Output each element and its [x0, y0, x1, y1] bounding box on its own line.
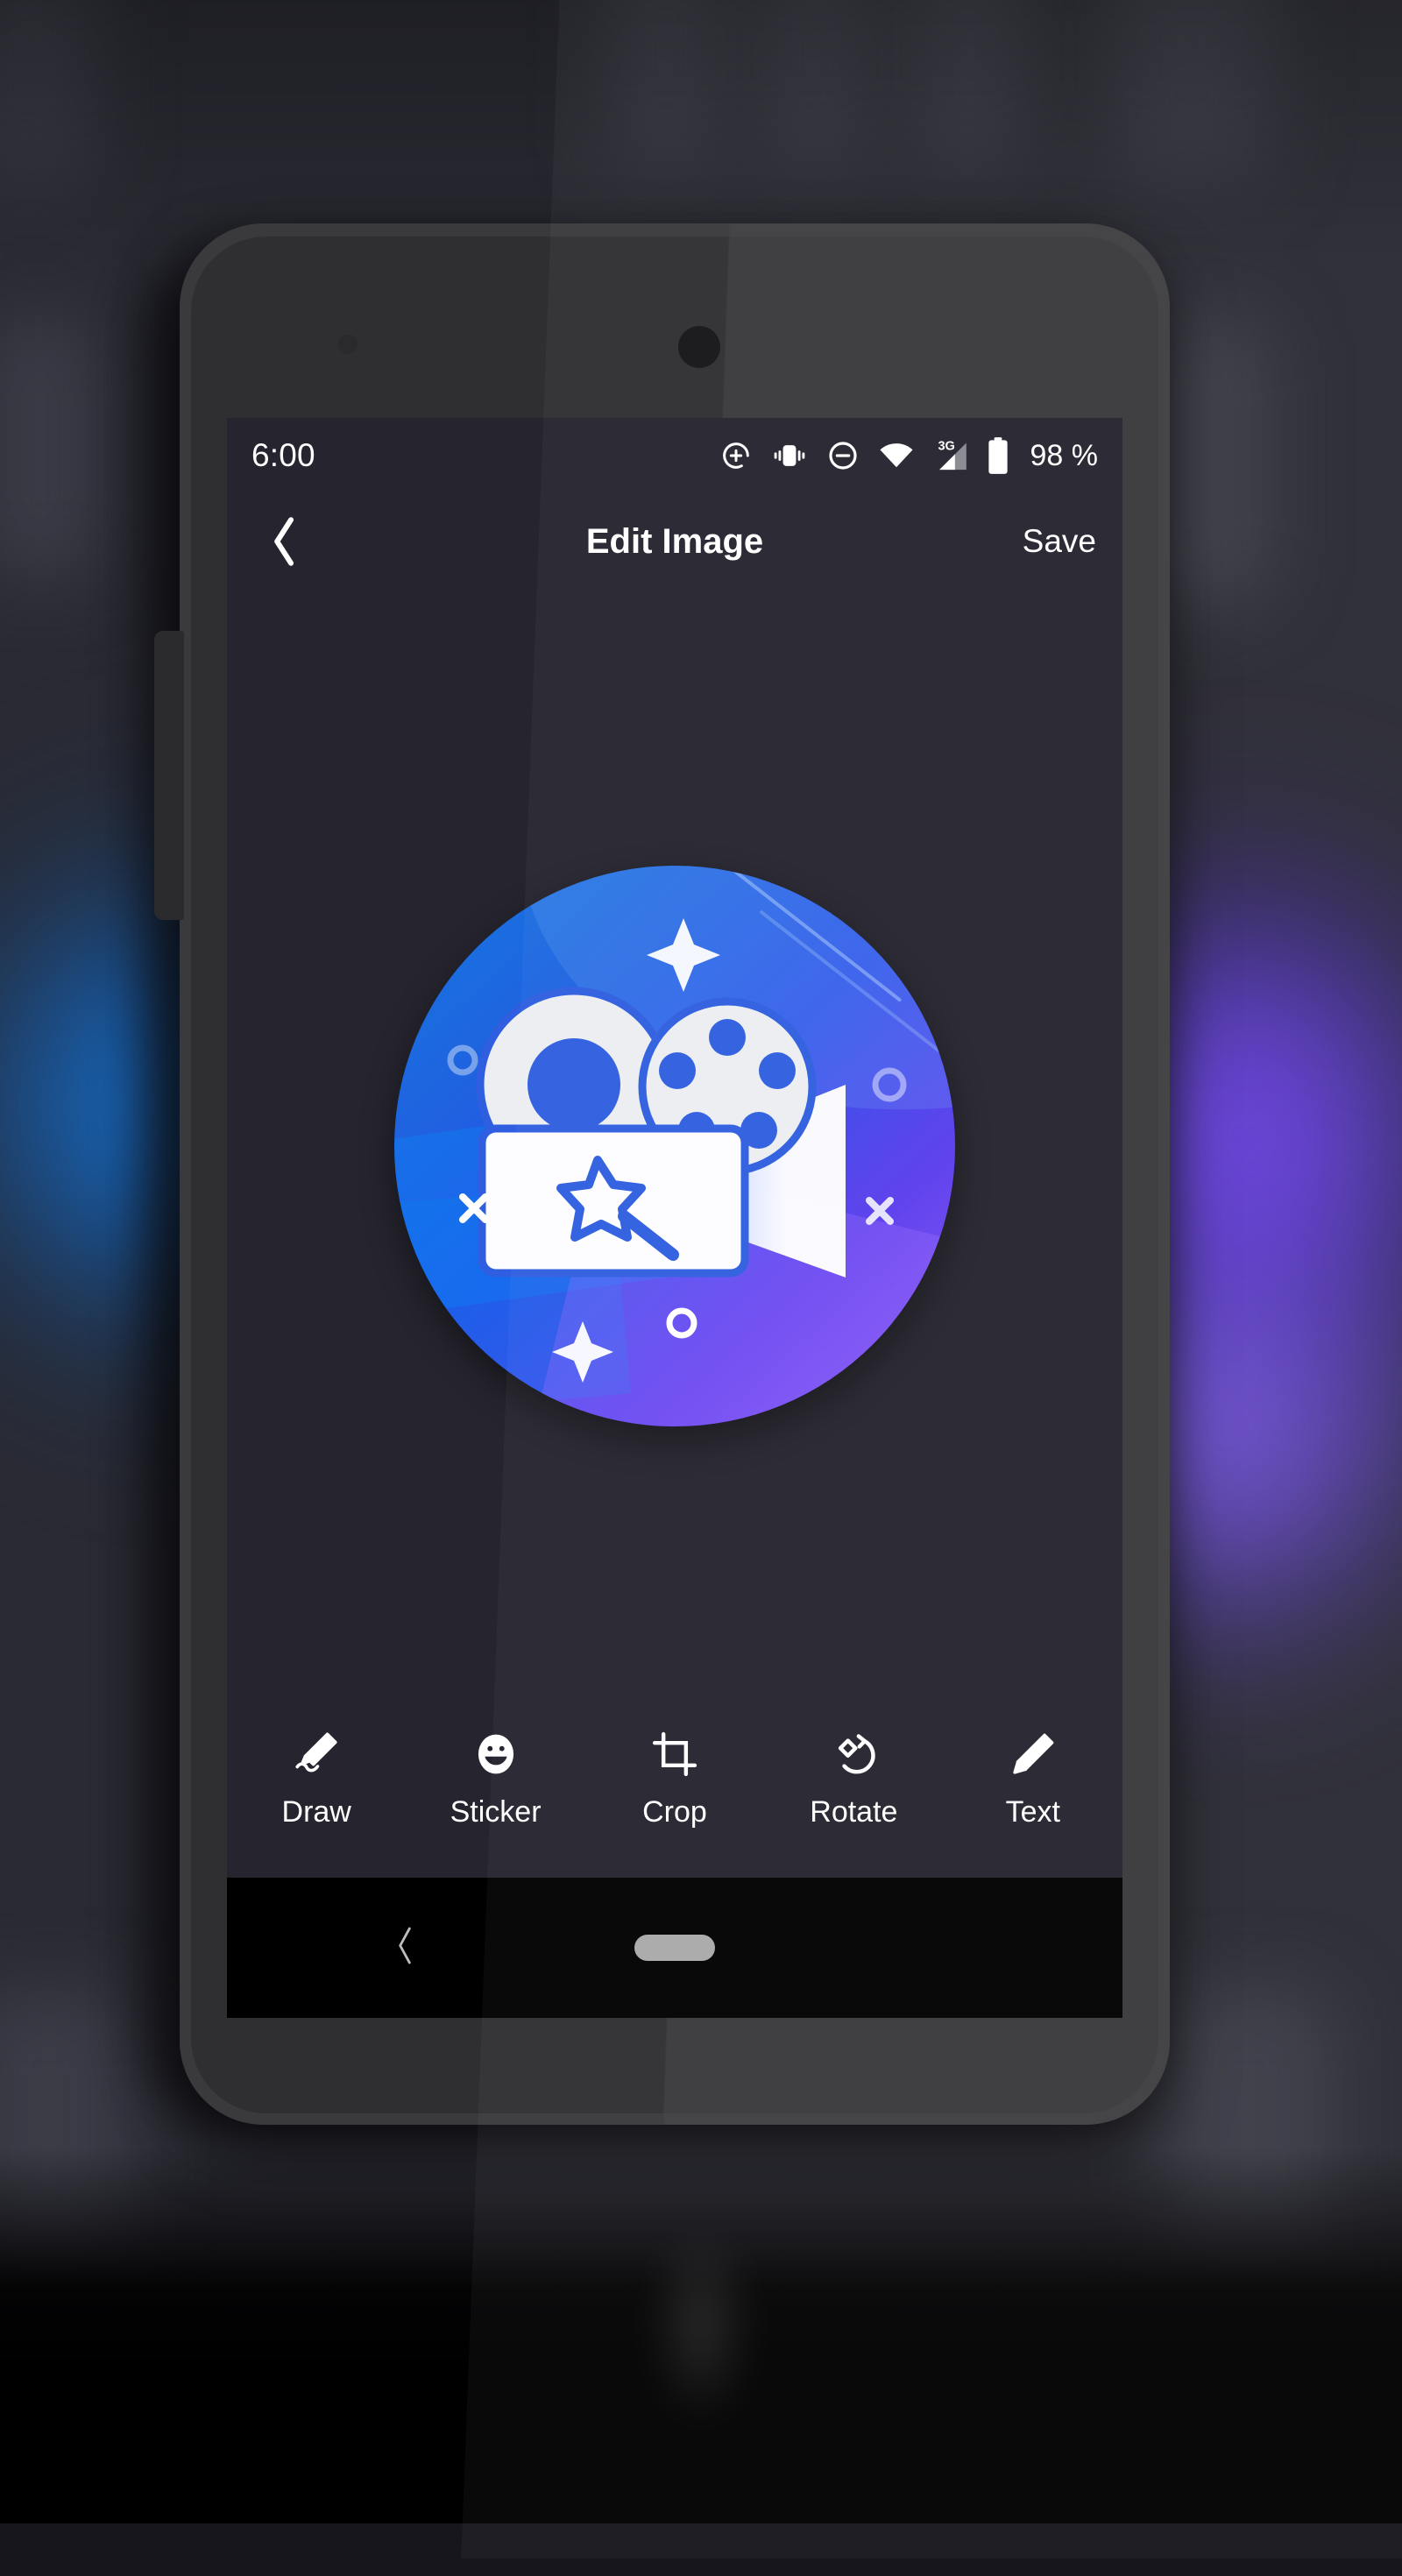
system-nav-bar — [227, 1878, 1122, 2018]
proximity-sensor-icon — [338, 335, 358, 354]
wifi-icon — [878, 442, 915, 470]
tool-label: Rotate — [810, 1795, 898, 1829]
image-canvas[interactable] — [227, 590, 1122, 1702]
battery-icon — [987, 436, 1009, 475]
pencil-icon — [1009, 1727, 1058, 1781]
front-camera-icon — [678, 326, 720, 368]
app-bar: Edit Image Save — [227, 493, 1122, 590]
tool-crop[interactable]: Crop — [600, 1727, 749, 1829]
tool-draw[interactable]: Draw — [242, 1727, 391, 1829]
projector-illustration — [447, 918, 907, 1383]
do-not-disturb-icon — [825, 438, 860, 473]
nav-back-button[interactable] — [393, 1926, 416, 1971]
phone-screen: 6:00 3G 98 % Edit Image Save Draw Sticke… — [227, 418, 1122, 2018]
svg-text:3G: 3G — [938, 440, 954, 454]
rotate-icon — [829, 1727, 878, 1781]
save-button[interactable]: Save — [1023, 523, 1096, 560]
edit-toolbar: Draw Sticker Crop Rotate Text — [227, 1702, 1122, 1878]
battery-percent-label: 98 % — [1030, 438, 1099, 472]
tool-label: Draw — [281, 1795, 351, 1829]
marker-pen-icon — [291, 1727, 342, 1781]
page-title: Edit Image — [585, 521, 764, 561]
cellular-3g-icon: 3G — [932, 437, 969, 474]
location-add-icon — [719, 438, 754, 473]
tool-sticker[interactable]: Sticker — [421, 1727, 570, 1829]
status-bar: 6:00 3G 98 % — [227, 418, 1122, 493]
nav-home-pill[interactable] — [634, 1935, 715, 1961]
phone-side-button[interactable] — [154, 631, 184, 920]
crop-icon — [650, 1727, 699, 1781]
back-button[interactable] — [253, 510, 316, 573]
tool-rotate[interactable]: Rotate — [779, 1727, 928, 1829]
tool-text[interactable]: Text — [959, 1727, 1108, 1829]
edited-image-logo[interactable] — [394, 866, 955, 1426]
status-bar-clock: 6:00 — [251, 437, 315, 473]
bottom-light-glint — [648, 2226, 754, 2427]
chevron-left-icon — [274, 517, 294, 566]
smiley-face-icon — [471, 1727, 520, 1781]
tool-label: Text — [1005, 1795, 1060, 1829]
status-bar-icons: 3G 98 % — [719, 436, 1099, 475]
chevron-left-icon — [399, 1927, 411, 1964]
tool-label: Sticker — [450, 1795, 542, 1829]
vibrate-icon — [771, 438, 808, 473]
tool-label: Crop — [642, 1795, 707, 1829]
